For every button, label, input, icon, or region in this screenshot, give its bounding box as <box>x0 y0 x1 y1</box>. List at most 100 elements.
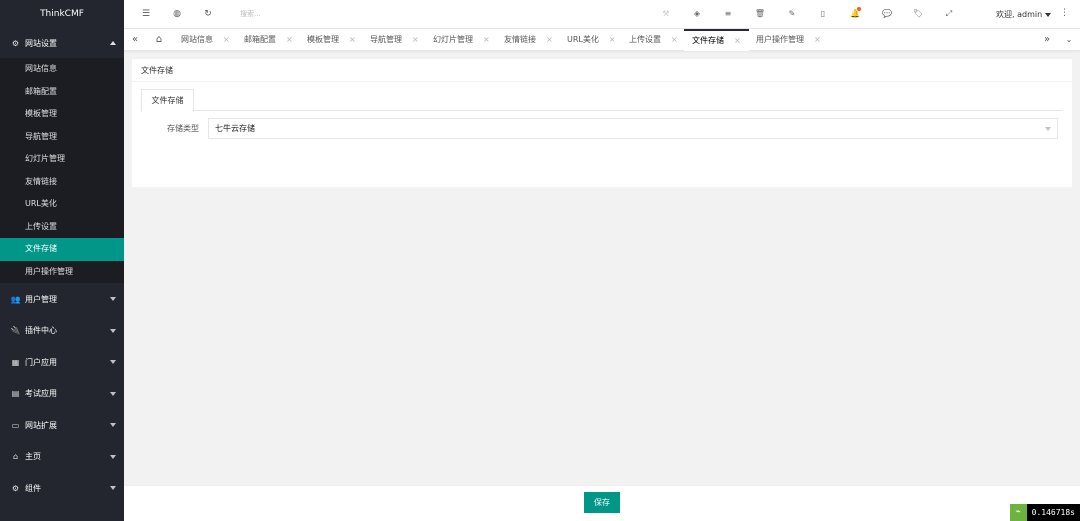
sidebar-group-label: 考试应用 <box>25 389 57 398</box>
caret-down-icon <box>1045 12 1052 17</box>
layers-icon[interactable]: ◈ <box>691 8 703 20</box>
sidebar-item-user-actions[interactable]: 用户操作管理 <box>0 261 124 284</box>
caret-down-icon <box>110 328 116 333</box>
grid-icon: ▦ <box>11 357 20 367</box>
debug-trace[interactable]: ⌁ 0.146718s <box>1009 504 1080 521</box>
file-icon: ▤ <box>11 389 20 398</box>
close-icon[interactable]: × <box>349 35 356 44</box>
content-card: 文件存储 文件存储 存储类型 七牛云存储 <box>132 59 1072 187</box>
page-tabs: « ⌂ 网站信息 × 邮箱配置 × 模板管理 × 导航管理 × 幻灯片管理 × 友情链接 ×… <box>124 29 1080 51</box>
form-tabs: 文件存储 <box>141 89 1063 112</box>
debug-time: 0.146718s <box>1031 508 1075 517</box>
tabs-scroll-right-icon[interactable]: » <box>1036 29 1058 51</box>
gears-icon: ⚙ <box>11 38 20 48</box>
caret-down-icon <box>110 486 116 490</box>
page-title: 文件存储 <box>132 59 1072 82</box>
tab-storage[interactable]: 文件存储 × <box>684 29 749 51</box>
sidebar-group-label: 网站扩展 <box>25 420 57 430</box>
caret-down-icon <box>110 360 116 364</box>
storage-type-select[interactable]: 七牛云存储 <box>208 118 1058 139</box>
notification-dot <box>857 7 861 11</box>
brand-logo[interactable]: ThinkCMF <box>0 0 124 28</box>
pencil-icon[interactable]: ✎ <box>786 8 798 20</box>
home-tab-icon[interactable]: ⌂ <box>148 29 170 51</box>
sidebar-group-label: 门户应用 <box>25 357 57 367</box>
top-bar: ☰ ◍ ↻ ⚒ ◈ ≡ 🗑 ✎ ▯ 🔔 💬 🏷 ⤢ 欢迎, admin ⋮ <box>124 0 1080 29</box>
close-icon[interactable]: × <box>412 35 419 44</box>
storage-type-row: 存储类型 七牛云存储 <box>141 118 1058 139</box>
storage-type-value: 七牛云存储 <box>215 124 255 133</box>
monitor-icon: ▭ <box>11 420 20 430</box>
sidebar: ThinkCMF ⚙ 网站设置 网站信息 邮箱配置 模板管理 导航管理 幻灯片管… <box>0 0 124 521</box>
tab-links[interactable]: 友情链接 × <box>504 29 553 51</box>
home-icon: ⌂ <box>12 452 19 461</box>
close-icon[interactable]: × <box>734 36 741 45</box>
search-input[interactable] <box>240 8 300 20</box>
caret-down-icon <box>110 391 116 396</box>
sidebar-group-label: 主页 <box>25 452 41 461</box>
sidebar-item-template[interactable]: 模板管理 <box>0 103 124 126</box>
user-menu[interactable]: 欢迎, admin <box>996 9 1052 20</box>
sidebar-group-label: 网站设置 <box>25 38 57 48</box>
caret-down-icon <box>110 297 116 301</box>
footer-bar: 保存 <box>124 485 1080 521</box>
close-icon[interactable]: × <box>483 35 490 44</box>
refresh-icon[interactable]: ↻ <box>202 8 214 20</box>
sidebar-group-users[interactable]: 👥 用户管理 <box>0 283 124 315</box>
sidebar-group-label: 插件中心 <box>25 326 57 335</box>
tabs-menu-chevron-down-icon[interactable]: ⌄ <box>1058 29 1080 51</box>
sidebar-item-links[interactable]: 友情链接 <box>0 171 124 194</box>
trash-icon[interactable]: 🗑 <box>754 8 766 20</box>
tab-mail-config[interactable]: 邮箱配置 × <box>244 29 293 51</box>
fullscreen-icon[interactable]: ⤢ <box>943 8 955 20</box>
sidebar-group-components[interactable]: ⚙ 组件 <box>0 472 124 504</box>
storage-type-label: 存储类型 <box>167 124 199 133</box>
sidebar-item-url[interactable]: URL美化 <box>0 193 124 216</box>
sidebar-group-label: 用户管理 <box>25 294 57 304</box>
tab-template[interactable]: 模板管理 × <box>307 29 356 51</box>
globe-icon[interactable]: ◍ <box>171 8 183 20</box>
caret-down-icon <box>110 454 116 459</box>
close-icon[interactable]: × <box>546 35 553 44</box>
sidebar-group-home[interactable]: ⌂ 主页 <box>0 441 124 472</box>
plug-icon: 🔌 <box>10 326 21 335</box>
tab-navigation[interactable]: 导航管理 × <box>370 29 419 51</box>
tab-slides[interactable]: 幻灯片管理 × <box>433 29 490 51</box>
tabs-scroll-left-icon[interactable]: « <box>124 29 146 51</box>
welcome-text: 欢迎, admin <box>996 10 1043 19</box>
chat-icon[interactable]: 💬 <box>881 8 893 20</box>
sidebar-group-plugins[interactable]: 🔌 插件中心 <box>0 315 124 346</box>
close-icon[interactable]: × <box>814 35 821 44</box>
sidebar-item-navigation[interactable]: 导航管理 <box>0 126 124 149</box>
menu-toggle-icon[interactable]: ☰ <box>140 8 152 20</box>
caret-down-icon <box>110 423 116 427</box>
users-icon: 👥 <box>10 294 21 304</box>
sidebar-item-upload[interactable]: 上传设置 <box>0 216 124 239</box>
close-icon[interactable]: × <box>609 35 616 44</box>
document-icon[interactable]: ▯ <box>817 8 829 20</box>
close-icon[interactable]: × <box>223 35 230 44</box>
sidebar-item-site-info[interactable]: 网站信息 <box>0 58 124 81</box>
tab-site-info[interactable]: 网站信息 × <box>181 29 230 51</box>
chevron-down-icon <box>1045 127 1051 131</box>
close-icon[interactable]: × <box>286 35 293 44</box>
close-icon[interactable]: × <box>671 35 678 44</box>
save-button[interactable]: 保存 <box>584 492 620 513</box>
more-vertical-icon[interactable]: ⋮ <box>1060 8 1069 18</box>
hammer-icon[interactable]: ⚒ <box>660 8 672 20</box>
sidebar-group-site-settings[interactable]: ⚙ 网站设置 <box>0 28 124 58</box>
tab-user-actions[interactable]: 用户操作管理 × <box>756 29 821 51</box>
sidebar-item-mail-config[interactable]: 邮箱配置 <box>0 81 124 104</box>
sidebar-group-portal[interactable]: ▦ 门户应用 <box>0 346 124 378</box>
sidebar-group-extend[interactable]: ▭ 网站扩展 <box>0 409 124 441</box>
sidebar-group-exam[interactable]: ▤ 考试应用 <box>0 378 124 409</box>
list-icon[interactable]: ≡ <box>722 8 734 20</box>
sidebar-group-label: 组件 <box>25 483 41 493</box>
bell-icon[interactable]: 🔔 <box>849 7 861 20</box>
tag-icon[interactable]: 🏷 <box>912 8 924 20</box>
tab-upload[interactable]: 上传设置 × <box>629 29 678 51</box>
tab-url[interactable]: URL美化 × <box>567 29 616 51</box>
sidebar-item-slides[interactable]: 幻灯片管理 <box>0 148 124 171</box>
form-tab-storage[interactable]: 文件存储 <box>141 89 194 112</box>
sidebar-item-storage[interactable]: 文件存储 <box>0 238 124 261</box>
